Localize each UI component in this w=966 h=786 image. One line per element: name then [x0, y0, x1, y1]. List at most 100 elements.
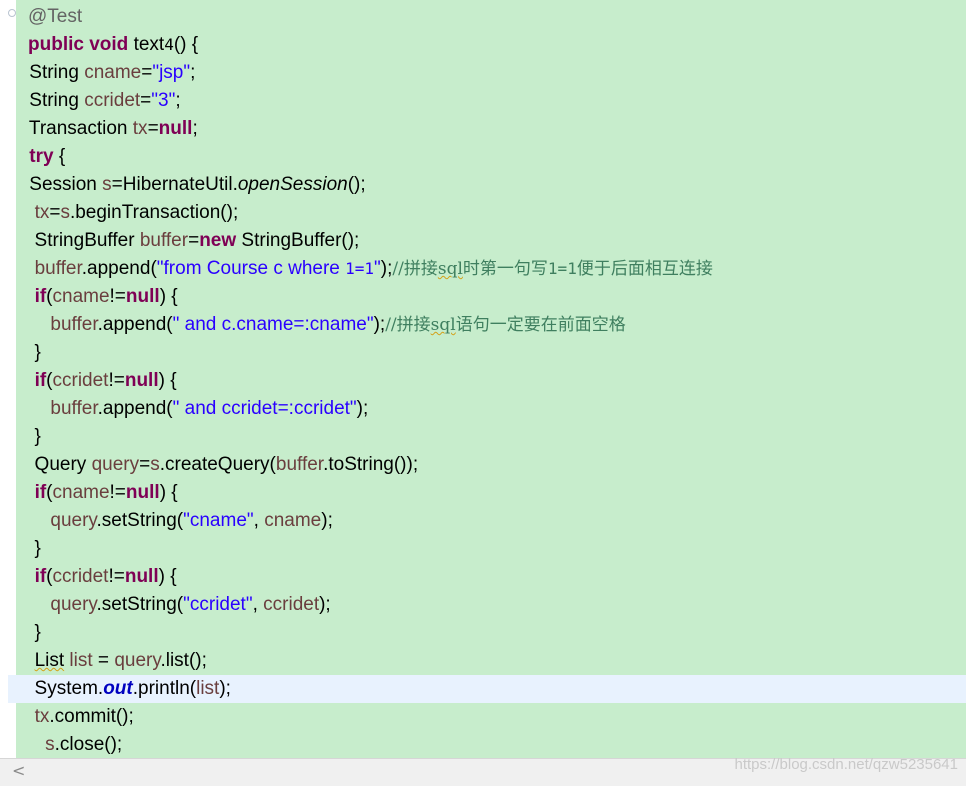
code-line[interactable]: @Test — [8, 3, 966, 31]
code-token: { — [53, 146, 66, 167]
code-token: //拼接 — [392, 259, 438, 279]
code-token: .setString( — [96, 594, 184, 615]
code-line[interactable]: Transaction tx=null; — [8, 115, 966, 143]
code-token: new — [199, 230, 237, 251]
code-line[interactable]: public void text4() { — [8, 31, 966, 59]
code-token: .println( — [132, 678, 197, 699]
code-line[interactable]: } — [8, 339, 966, 367]
code-editor[interactable]: @Test public void text4() { String cname=… — [8, 0, 966, 758]
code-token: buffer — [275, 454, 324, 475]
code-line[interactable]: buffer.append(" and c.cname=:cname");//拼… — [8, 311, 966, 339]
code-token: () { — [173, 34, 199, 55]
code-line[interactable]: Query query=s.createQuery(buffer.toStrin… — [8, 451, 966, 479]
code-token: tx — [34, 202, 50, 223]
code-token: if — [34, 370, 47, 391]
code-token: buffer — [34, 258, 82, 279]
code-token: StringBuffer — [24, 230, 140, 251]
code-token: .createQuery( — [159, 454, 276, 475]
code-line[interactable]: if(cname!=null) { — [8, 283, 966, 311]
code-token: 便于后面相互连接 — [576, 259, 713, 279]
code-token: .append( — [97, 314, 173, 335]
scroll-left-arrow-icon[interactable]: < — [12, 761, 25, 780]
watermark: https://blog.csdn.net/qzw5235641 — [734, 756, 959, 773]
code-token: ; — [190, 62, 196, 83]
code-line[interactable]: } — [8, 423, 966, 451]
code-token: openSession — [237, 174, 348, 195]
code-line[interactable]: tx=s.beginTransaction(); — [8, 199, 966, 227]
code-token: cname — [264, 510, 322, 531]
code-token: List — [34, 650, 65, 671]
code-line[interactable]: System.out.println(list); — [8, 675, 966, 703]
code-token: sql — [437, 259, 463, 279]
code-token: null — [158, 118, 193, 139]
code-token: @Test — [28, 6, 83, 27]
code-line[interactable]: List list = query.list(); — [8, 647, 966, 675]
code-token: if — [34, 566, 47, 587]
code-line[interactable]: s.close(); — [8, 731, 966, 758]
code-line[interactable]: buffer.append("from Course c where 1=1")… — [8, 255, 966, 283]
code-token: s — [45, 734, 55, 755]
code-token: = — [140, 90, 152, 111]
code-token: text — [128, 34, 165, 55]
code-token: .setString( — [96, 510, 184, 531]
code-line[interactable]: Session s=HibernateUtil.openSession(); — [8, 171, 966, 199]
code-token: ccridet — [263, 594, 320, 615]
code-token: ); — [373, 314, 386, 335]
code-token: sql — [430, 315, 456, 335]
code-token: = — [49, 202, 61, 223]
code-token: String — [24, 90, 85, 111]
code-line[interactable]: query.setString("ccridet", ccridet); — [8, 591, 966, 619]
code-token: } — [24, 622, 41, 643]
code-token: = — [139, 454, 151, 475]
code-token: null — [125, 482, 160, 503]
code-line[interactable]: if(cname!=null) { — [8, 479, 966, 507]
code-token: buffer — [139, 230, 189, 251]
code-line[interactable]: if(ccridet!=null) { — [8, 563, 966, 591]
code-token: ) { — [159, 286, 178, 307]
code-token: = — [188, 230, 200, 251]
code-token: , — [252, 594, 264, 615]
code-token: ; — [192, 118, 198, 139]
code-token: 时第一句写 — [462, 259, 548, 279]
code-token: "cname" — [183, 510, 254, 531]
code-token: != — [109, 482, 126, 503]
code-token: 1=1 — [547, 259, 577, 278]
code-line[interactable]: if(ccridet!=null) { — [8, 367, 966, 395]
code-token: query — [114, 650, 161, 671]
code-token: ccridet — [52, 566, 109, 587]
code-token: String — [24, 62, 85, 83]
code-token: = — [141, 62, 153, 83]
code-line[interactable]: StringBuffer buffer=new StringBuffer(); — [8, 227, 966, 255]
code-line[interactable]: try { — [8, 143, 966, 171]
code-line[interactable]: } — [8, 619, 966, 647]
code-token: StringBuffer(); — [236, 230, 360, 251]
code-line[interactable]: String ccridet="3"; — [8, 87, 966, 115]
code-token: query — [91, 454, 140, 475]
code-line[interactable]: } — [8, 535, 966, 563]
code-token: .beginTransaction(); — [69, 202, 239, 223]
code-token: ) { — [158, 370, 177, 391]
code-token: 1=1 — [345, 259, 375, 278]
code-line[interactable]: query.setString("cname", cname); — [8, 507, 966, 535]
code-line[interactable]: String cname="jsp"; — [8, 59, 966, 87]
code-line[interactable]: tx.commit(); — [8, 703, 966, 731]
code-token: tx — [34, 706, 50, 727]
code-token: cname — [52, 482, 110, 503]
code-token: ) { — [158, 566, 177, 587]
code-token: ); — [219, 678, 231, 699]
code-token: //拼接 — [385, 315, 431, 335]
code-token: .commit(); — [49, 706, 134, 727]
code-token: s — [102, 174, 112, 195]
code-token: =HibernateUtil. — [111, 174, 238, 195]
code-token: public — [28, 34, 84, 55]
code-line[interactable]: buffer.append(" and ccridet=:ccridet"); — [8, 395, 966, 423]
code-token: s — [150, 454, 160, 475]
code-token: cname — [84, 62, 142, 83]
code-token: list — [196, 678, 220, 699]
